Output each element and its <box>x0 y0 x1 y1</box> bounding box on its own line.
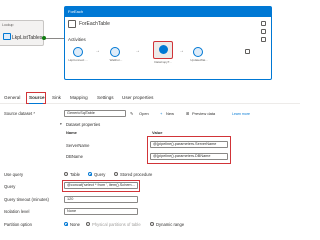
query-input[interactable]: @concat('select * from ', item().Schem..… <box>64 182 138 189</box>
foreach-name: ForEachTable <box>79 21 110 27</box>
success-connector-dot[interactable] <box>42 36 46 40</box>
isolation-level-value: None <box>67 209 77 213</box>
active-tab-indicator <box>29 103 43 104</box>
plus-icon: + <box>160 111 163 116</box>
query-timeout-label: Query timeout (minutes) <box>4 197 49 202</box>
radio-stored-procedure[interactable] <box>114 172 118 176</box>
edit-icon[interactable] <box>245 49 250 54</box>
radio-table-label: Table <box>70 172 81 177</box>
dbname-value-input[interactable]: @{pipeline().parameters.DBName <box>150 153 228 160</box>
prop-name: ServerName <box>66 143 90 148</box>
foreach-header: ForEach <box>65 7 271 17</box>
tab-general[interactable]: General <box>4 95 20 100</box>
prop-value: @{pipeline().parameters.DBName <box>153 154 211 158</box>
lookup-activity[interactable]: Lookup LkpListTables <box>0 20 44 46</box>
pencil-icon[interactable]: ✎ <box>130 111 133 116</box>
lookup-icon <box>3 33 11 40</box>
query-value: @concat('select * from ', item().Schem..… <box>67 183 135 187</box>
partition-dynamic-radio[interactable] <box>150 222 154 226</box>
isolation-level-label: Isolation level <box>4 209 30 214</box>
lookup-name: LkpListTables <box>12 35 43 41</box>
prop-name: DBName <box>66 154 83 159</box>
partition-dynamic-label: Dynamic range <box>156 222 185 227</box>
arrow-icon: → <box>135 48 140 54</box>
servername-value-input[interactable]: @{pipeline().parameters.ServerName <box>150 141 228 148</box>
activity-label: DataCopyT... <box>154 60 172 64</box>
source-dataset-select[interactable]: GenericSqlTable <box>64 110 126 117</box>
foreach-activity[interactable]: ForEach ForEachTable Activities LkpConne… <box>64 6 272 80</box>
query-timeout-value: 120 <box>67 197 74 201</box>
properties-tabs: General Source Sink Mapping Settings Use… <box>0 92 300 104</box>
preview-icon: ⊞ <box>186 111 190 116</box>
props-value-header: Value <box>152 130 163 135</box>
new-dataset-button[interactable]: New <box>166 111 174 116</box>
use-query-label: Use query <box>4 172 24 177</box>
query-label: Query <box>4 184 16 189</box>
tab-settings[interactable]: Settings <box>97 95 114 100</box>
tab-user-properties[interactable]: User properties <box>122 95 153 100</box>
lookup-activity-icon[interactable] <box>73 47 83 57</box>
copy-icon[interactable] <box>261 37 266 42</box>
activity-label: WaitFor... <box>109 58 123 62</box>
wait-activity-icon[interactable] <box>110 47 120 57</box>
partition-none-radio[interactable] <box>64 222 68 226</box>
open-dataset-button[interactable]: Open <box>139 111 149 116</box>
partition-none-label: None <box>70 222 81 227</box>
query-timeout-input[interactable]: 120 <box>64 196 138 203</box>
partition-physical-label: Physical partitions of table <box>92 222 141 227</box>
tab-mapping[interactable]: Mapping <box>70 95 88 100</box>
tab-source[interactable]: Source <box>29 95 45 100</box>
foreach-icon <box>68 20 76 28</box>
stored-proc-activity-icon[interactable] <box>193 47 203 57</box>
learn-more-link[interactable]: Learn more <box>232 112 250 116</box>
delete-icon[interactable] <box>261 21 266 26</box>
dataset-properties-label: Dataset properties <box>66 122 101 127</box>
radio-table[interactable] <box>64 172 68 176</box>
copy-data-icon <box>159 45 168 54</box>
props-name-header: Name <box>66 130 77 135</box>
source-dataset-label: Source dataset * <box>4 111 35 116</box>
copy-activity-selected[interactable] <box>153 41 173 59</box>
prop-value: @{pipeline().parameters.ServerName <box>153 142 217 146</box>
arrow-icon: → <box>179 48 184 54</box>
activity-label: UpdateWat... <box>190 58 208 62</box>
radio-stored-procedure-label: Stored procedure <box>120 172 153 177</box>
radio-query-label: Query <box>94 172 106 177</box>
radio-query[interactable] <box>88 172 92 176</box>
arrow-icon: → <box>95 48 100 54</box>
isolation-level-select[interactable]: None <box>64 208 138 215</box>
partition-option-label: Partition option <box>4 222 32 227</box>
tab-sink[interactable]: Sink <box>52 95 61 100</box>
pipeline-canvas: Lookup LkpListTables ForEach ForEachTabl… <box>0 0 300 88</box>
partition-physical-radio[interactable] <box>86 222 90 226</box>
lookup-type-label: Lookup <box>2 23 14 27</box>
foreach-type-label: ForEach <box>68 9 84 14</box>
connector-line <box>44 38 64 39</box>
chevron-down-icon[interactable]: ▾ <box>60 122 62 126</box>
source-dataset-value: GenericSqlTable <box>67 111 95 115</box>
code-icon[interactable] <box>261 29 266 34</box>
preview-data-button[interactable]: Preview data <box>192 111 215 116</box>
activities-label: Activities <box>68 37 86 42</box>
activity-label: LkpConnect ... <box>68 58 88 62</box>
